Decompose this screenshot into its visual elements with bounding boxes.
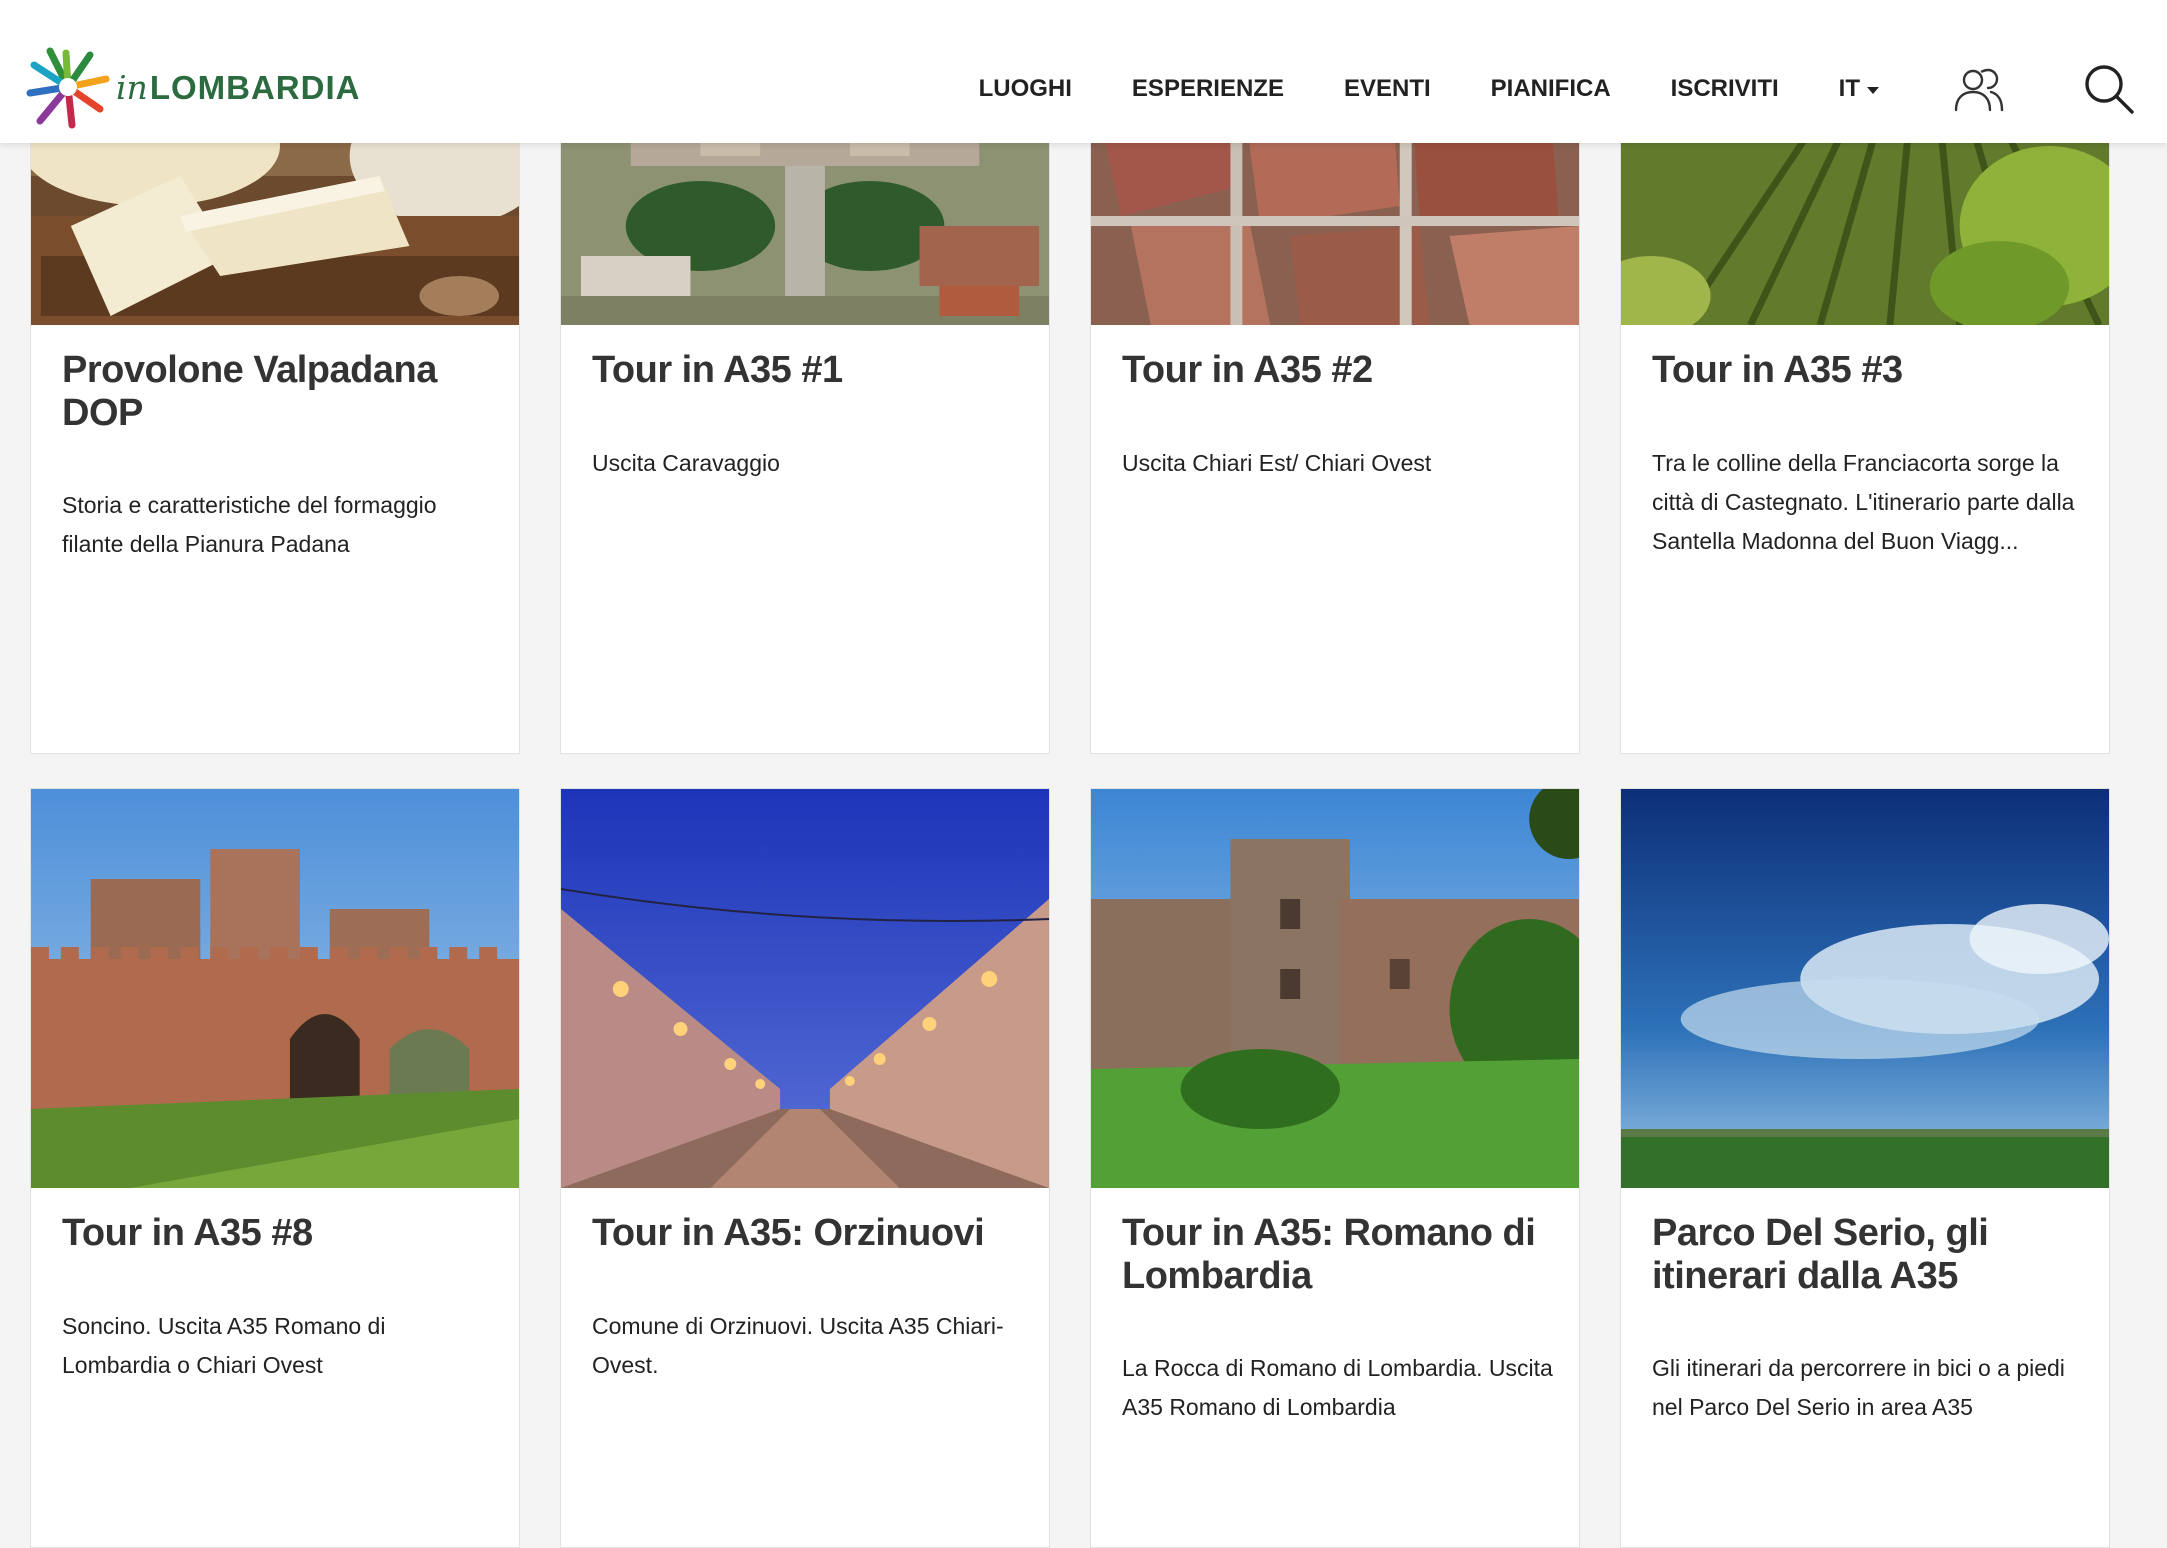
user-button[interactable] [1951,61,2007,117]
logo-prefix: in [116,67,148,107]
nav-esperienze[interactable]: ESPERIENZE [1132,75,1284,103]
card-description: Uscita Chiari Est/ Chiari Ovest [1122,450,1432,476]
card-description: Gli itinerari da percorrere in bici o a … [1652,1355,2065,1420]
user-group-icon [1954,68,2004,112]
nav-luoghi[interactable]: LUOGHI [979,75,1072,103]
card-parco-del-serio[interactable]: Parco Del Serio, gli itinerari dalla A35… [1620,788,2110,1548]
nav-iscriviti[interactable]: ISCRIVITI [1671,75,1779,103]
card-image [1621,789,2109,1188]
rocca-photo [1091,789,1579,1188]
card-image [561,789,1049,1188]
card-description: Uscita Caravaggio [592,450,780,476]
card-description: Storia e caratteristiche del formaggio f… [62,492,437,557]
card-tour-a35-orzinuovi[interactable]: Tour in A35: Orzinuovi Comune di Orzinuo… [560,788,1050,1548]
card-title: Tour in A35: Orzinuovi [592,1212,985,1254]
language-selector[interactable]: IT [1839,75,1879,103]
site-logo[interactable]: inLOMBARDIA [26,44,360,130]
language-label: IT [1838,75,1860,102]
search-button[interactable] [2081,61,2137,117]
nav-eventi[interactable]: EVENTI [1344,75,1431,103]
card-title: Tour in A35 #2 [1122,349,1373,391]
card-title: Parco Del Serio, gli itinerari dalla A35 [1652,1212,1989,1297]
card-title: Tour in A35 #8 [62,1212,313,1254]
card-tour-a35-romano[interactable]: Tour in A35: Romano di Lombardia La Rocc… [1090,788,1580,1548]
card-title: Tour in A35: Romano di Lombardia [1122,1212,1536,1297]
card-tour-a35-8[interactable]: Tour in A35 #8 Soncino. Uscita A35 Roman… [30,788,520,1548]
card-title: Tour in A35 #1 [592,349,843,391]
card-image [1091,789,1579,1188]
sky-field-photo [1621,789,2109,1188]
nav-pianifica[interactable]: PIANIFICA [1491,75,1611,103]
card-description: La Rocca di Romano di Lombardia. Uscita … [1122,1355,1553,1420]
castle-photo [31,789,519,1188]
search-icon [2085,65,2134,114]
chevron-down-icon [1867,86,1879,94]
card-description: Tra le colline della Franciacorta sorge … [1652,450,2075,554]
card-image [31,789,519,1188]
logo-wordmark: inLOMBARDIA [116,68,360,107]
site-header: inLOMBARDIA LUOGHI ESPERIENZE EVENTI PIA… [0,0,2167,143]
main-nav: LUOGHI ESPERIENZE EVENTI PIANIFICA ISCRI… [979,0,2167,178]
card-title: Provolone Valpadana DOP [62,349,437,434]
card-description: Comune di Orzinuovi. Uscita A35 Chiari-O… [592,1313,1004,1378]
card-title: Tour in A35 #3 [1652,349,1903,391]
logo-star-icon [26,47,110,129]
logo-name: LOMBARDIA [149,68,361,106]
street-dusk-photo [561,789,1049,1188]
card-description: Soncino. Uscita A35 Romano di Lombardia … [62,1313,386,1378]
